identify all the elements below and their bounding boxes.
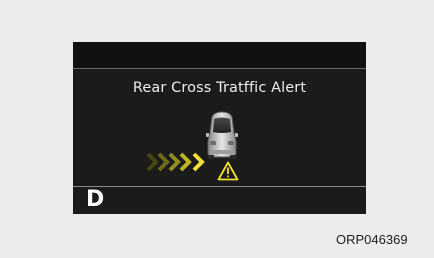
warning-triangle-icon [217,161,239,181]
gear-indicator: D [86,187,105,212]
alert-title: Rear Cross Tratffic Alert [132,80,307,96]
bottom-divider [73,186,366,187]
top-divider [73,68,366,69]
approaching-chevrons-icon [146,152,205,172]
display-top-bar [73,42,366,68]
figure-code: ORP046369 [336,232,408,247]
cluster-display: Rear Cross Tratffic Alert D [73,42,366,214]
